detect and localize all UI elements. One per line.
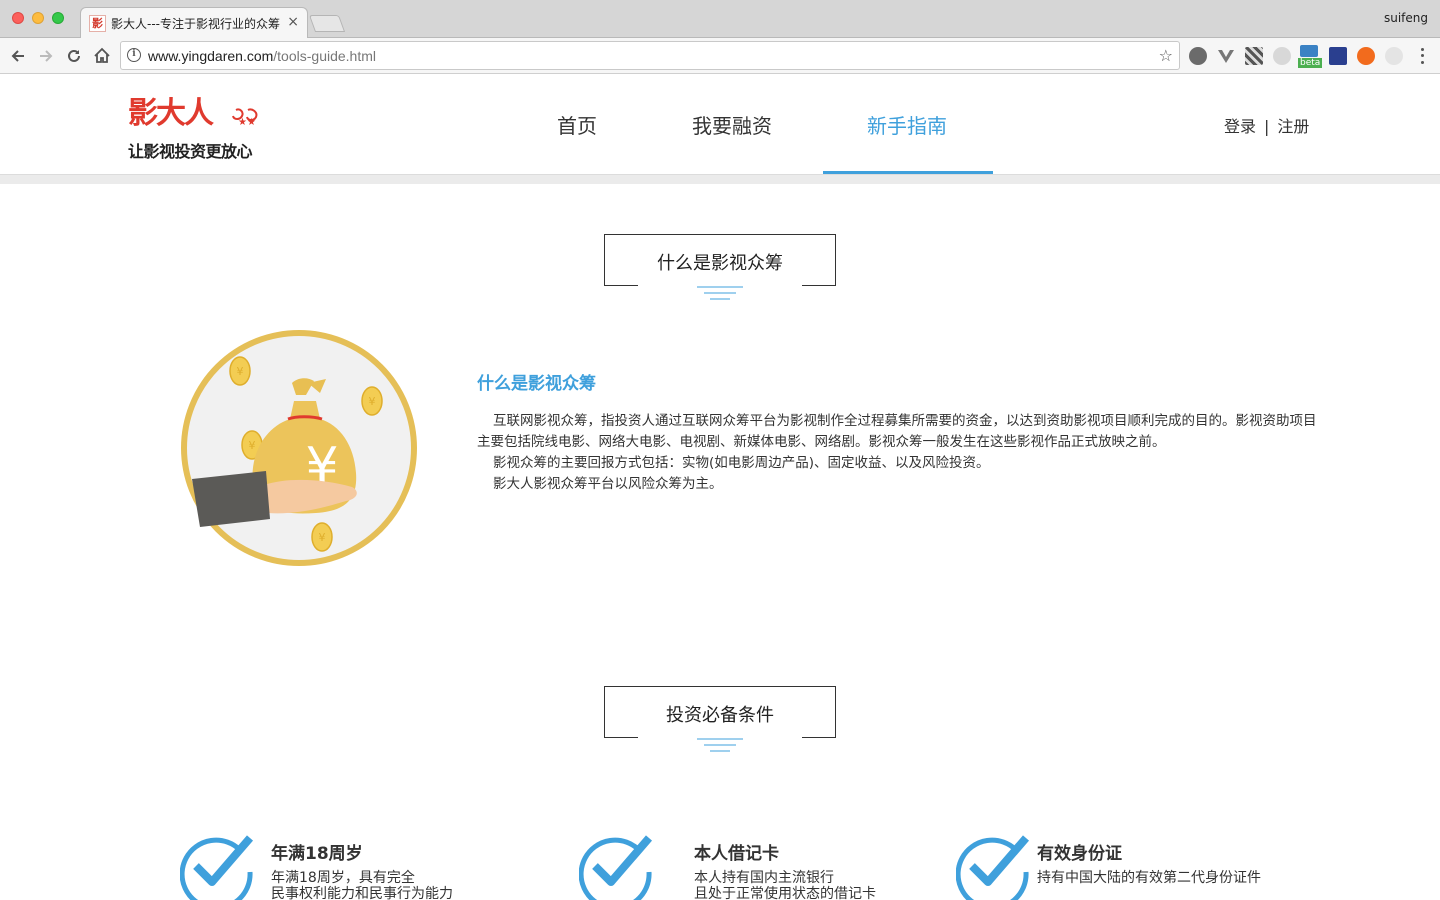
svg-text:¥: ¥ bbox=[249, 439, 256, 452]
requirement-desc: 持有中国大陆的有效第二代身份证件 bbox=[1037, 870, 1261, 886]
intro-paragraph: 影大人影视众筹平台以风险众筹为主。 bbox=[493, 476, 723, 492]
intro-paragraph: 互联网影视众筹，指投资人通过互联网众筹平台为影视制作全过程募集所需要的资金，以达… bbox=[477, 413, 1317, 450]
logo-stars-icon: ★★ bbox=[232, 108, 258, 128]
forward-icon[interactable] bbox=[33, 43, 59, 69]
extension-beta-badge: beta bbox=[1298, 58, 1323, 68]
site-favicon-icon: 影 bbox=[89, 15, 106, 32]
reload-icon[interactable] bbox=[61, 43, 87, 69]
extension-beta-icon[interactable] bbox=[1300, 45, 1318, 57]
section-header-requirements: 投资必备条件 bbox=[604, 686, 836, 739]
qr-code-icon[interactable] bbox=[1245, 47, 1263, 65]
nav-item-financing[interactable]: 我要融资 bbox=[692, 110, 772, 139]
svg-text:¥: ¥ bbox=[369, 395, 376, 408]
requirement-title: 年满18周岁 bbox=[271, 844, 363, 864]
section-header-intro: 什么是影视众筹 bbox=[604, 234, 836, 287]
section-deco-lines-icon bbox=[697, 286, 743, 300]
intro-paragraph: 影视众筹的主要回报方式包括：实物(如电影周边产品)、固定收益、以及风险投资。 bbox=[493, 455, 990, 471]
profile-name[interactable]: suifeng bbox=[1384, 11, 1428, 25]
login-link[interactable]: 登录 bbox=[1224, 117, 1256, 136]
header-divider bbox=[0, 174, 1440, 184]
browser-tab[interactable]: 影 影大人---专注于影视行业的众筹 × bbox=[80, 7, 308, 39]
address-bar[interactable]: i www.yingdaren.com/tools-guide.html ☆ bbox=[120, 41, 1180, 70]
requirement-title: 本人借记卡 bbox=[694, 844, 779, 864]
info-icon[interactable]: i bbox=[127, 48, 141, 62]
section-title: 什么是影视众筹 bbox=[657, 253, 783, 274]
requirement-desc: 年满18周岁，具有完全 民事权利能力和民事行为能力 bbox=[271, 870, 453, 900]
requirement-desc: 本人持有国内主流银行 且处于正常使用状态的借记卡 bbox=[694, 870, 876, 900]
extension-7-icon[interactable] bbox=[1357, 47, 1375, 65]
site-header: 影大人 ★★ 让影视投资更放心 首页 我要融资 新手指南 登录 | 注册 bbox=[0, 74, 1440, 174]
nav-item-home[interactable]: 首页 bbox=[557, 110, 597, 139]
auth-links: 登录 | 注册 bbox=[1224, 113, 1309, 137]
url-text[interactable]: www.yingdaren.com/tools-guide.html bbox=[148, 48, 376, 64]
tab-title: 影大人---专注于影视行业的众筹 bbox=[111, 17, 280, 31]
logo-tagline: 让影视投资更放心 bbox=[128, 142, 253, 161]
back-icon[interactable] bbox=[5, 43, 31, 69]
section-deco-lines-icon bbox=[697, 738, 743, 752]
check-icon bbox=[180, 835, 254, 900]
browser-titlebar: 影 影大人---专注于影视行业的众筹 × suifeng bbox=[0, 0, 1440, 39]
extension-1-icon[interactable] bbox=[1189, 47, 1207, 65]
tab-close-icon[interactable]: × bbox=[287, 14, 299, 30]
section-title: 投资必备条件 bbox=[666, 705, 774, 726]
nav-item-guide[interactable]: 新手指南 bbox=[867, 110, 947, 139]
close-window-button[interactable] bbox=[12, 12, 24, 24]
logo-text: 影大人 bbox=[128, 96, 214, 131]
extension-8-icon[interactable] bbox=[1385, 47, 1403, 65]
requirement-title: 有效身份证 bbox=[1037, 844, 1122, 864]
check-icon bbox=[579, 835, 653, 900]
menu-icon[interactable] bbox=[1416, 46, 1428, 66]
zoom-window-button[interactable] bbox=[52, 12, 64, 24]
site-logo[interactable]: 影大人 ★★ 让影视投资更放心 bbox=[128, 88, 268, 161]
minimize-window-button[interactable] bbox=[32, 12, 44, 24]
register-link[interactable]: 注册 bbox=[1277, 117, 1309, 136]
home-icon[interactable] bbox=[89, 43, 115, 69]
svg-text:¥: ¥ bbox=[237, 365, 244, 378]
svg-text:★★: ★★ bbox=[238, 117, 256, 128]
money-bag-illustration-icon: ¥¥¥¥ ¥ bbox=[181, 330, 417, 566]
svg-text:¥: ¥ bbox=[319, 531, 326, 544]
auth-separator: | bbox=[1264, 117, 1270, 136]
extension-6-icon[interactable] bbox=[1329, 47, 1347, 65]
new-tab-button[interactable] bbox=[308, 15, 346, 32]
intro-heading: 什么是影视众筹 bbox=[477, 374, 596, 394]
extension-4-icon[interactable] bbox=[1273, 47, 1291, 65]
star-icon[interactable]: ☆ bbox=[1159, 46, 1173, 65]
intro-body: 互联网影视众筹，指投资人通过互联网众筹平台为影视制作全过程募集所需要的资金，以达… bbox=[477, 411, 1322, 495]
browser-toolbar: i www.yingdaren.com/tools-guide.html ☆ b… bbox=[0, 38, 1440, 74]
extension-vue-icon[interactable] bbox=[1217, 47, 1235, 65]
check-icon bbox=[956, 835, 1030, 900]
